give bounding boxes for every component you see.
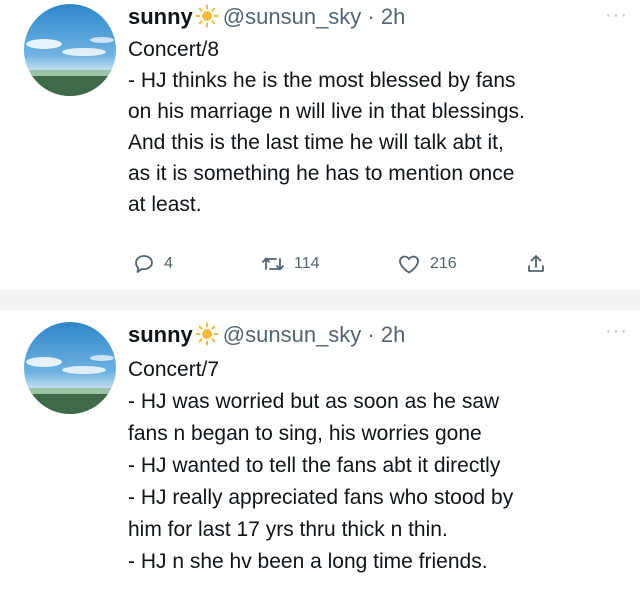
tweet-text-line: - HJ n she hv been a long time friends. bbox=[128, 550, 488, 573]
tweet-text: Concert/7 - HJ was worried but as soon a… bbox=[128, 354, 628, 578]
sky-landscape-image bbox=[24, 4, 116, 96]
tweet-text-line: - HJ really appreciated fans who stood b… bbox=[128, 486, 514, 509]
more-options-icon[interactable]: ··· bbox=[605, 321, 628, 341]
tweet-text-line: him for last 17 yrs thru thick n thin. bbox=[128, 518, 448, 541]
share-button[interactable] bbox=[524, 252, 556, 276]
avatar[interactable] bbox=[24, 322, 116, 414]
tweet-text-line: - HJ thinks he is the most blessed by fa… bbox=[128, 69, 516, 92]
display-name[interactable]: sunny bbox=[128, 4, 193, 29]
tweet-text-line: Concert/7 bbox=[128, 358, 220, 381]
tweet-text-line: at least. bbox=[128, 193, 202, 216]
tweet[interactable]: sunny @sunsun_sky · 2h ··· Concert/8 - HJ… bbox=[0, 0, 640, 290]
sun-emoji-icon bbox=[195, 4, 219, 34]
share-icon bbox=[528, 255, 544, 272]
like-button[interactable]: 216 bbox=[396, 252, 457, 276]
like-count: 216 bbox=[430, 255, 457, 272]
display-name[interactable]: sunny bbox=[128, 322, 193, 347]
handle-and-time[interactable]: @sunsun_sky · 2h bbox=[223, 4, 406, 29]
retweet-button[interactable]: 114 bbox=[260, 252, 320, 276]
reply-button[interactable]: 4 bbox=[132, 252, 173, 276]
tweet-actions: 4 114 216 bbox=[128, 252, 588, 282]
tweet-text-line: And this is the last time he will talk a… bbox=[128, 131, 504, 154]
tweet-text-line: Concert/8 bbox=[128, 38, 220, 61]
tweet-text-line: - HJ wanted to tell the fans abt it dire… bbox=[128, 454, 501, 477]
tweet-text-line: as it is something he has to mention onc… bbox=[128, 162, 515, 185]
reply-count: 4 bbox=[164, 255, 173, 272]
tweet-text-line: on his marriage n will live in that bles… bbox=[128, 100, 525, 123]
heart-icon bbox=[399, 255, 419, 274]
tweet-text-line: fans n began to sing, his worries gone bbox=[128, 422, 482, 445]
sky-landscape-image bbox=[24, 322, 116, 414]
timeline: sunny @sunsun_sky · 2h ··· Concert/8 - HJ… bbox=[0, 0, 640, 597]
sun-emoji-icon bbox=[195, 322, 219, 352]
more-options-icon[interactable]: ··· bbox=[605, 5, 628, 25]
handle-and-time[interactable]: @sunsun_sky · 2h bbox=[223, 322, 406, 347]
retweet-icon bbox=[262, 257, 284, 271]
avatar[interactable] bbox=[24, 4, 116, 96]
reply-icon bbox=[135, 255, 153, 273]
tweet-text-line: - HJ was worried but as soon as he saw bbox=[128, 390, 500, 413]
tweet-divider bbox=[0, 290, 640, 310]
tweet-header: sunny @sunsun_sky · 2h bbox=[128, 4, 405, 34]
retweet-count: 114 bbox=[294, 255, 320, 272]
tweet-text: Concert/8 - HJ thinks he is the most ble… bbox=[128, 34, 628, 220]
